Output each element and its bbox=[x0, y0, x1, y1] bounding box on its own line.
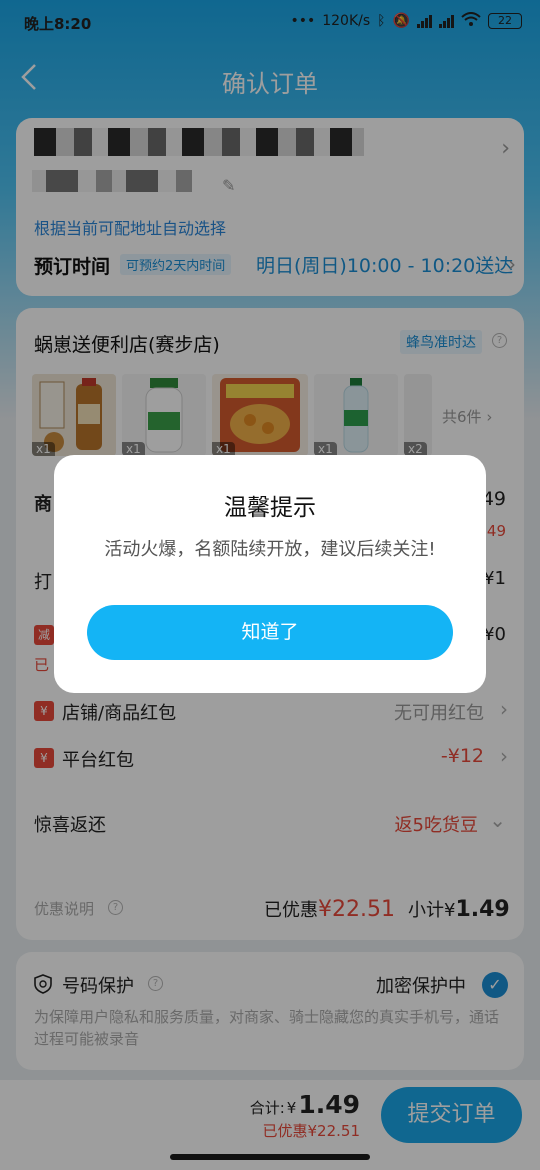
dialog-message: 活动火爆，名额陆续开放，建议后续关注! bbox=[104, 539, 436, 560]
dialog-title: 温馨提示 bbox=[224, 495, 316, 521]
notice-dialog: 温馨提示 活动火爆，名额陆续开放，建议后续关注! 知道了 bbox=[54, 455, 486, 693]
home-indicator[interactable] bbox=[170, 1154, 370, 1160]
confirm-order-page: 晚上8:20 ••• 120K/s ᛒ 🔕 22 确认订单 ✎ › 根据当前可配… bbox=[0, 0, 540, 1170]
dialog-ok-button[interactable]: 知道了 bbox=[87, 605, 453, 660]
